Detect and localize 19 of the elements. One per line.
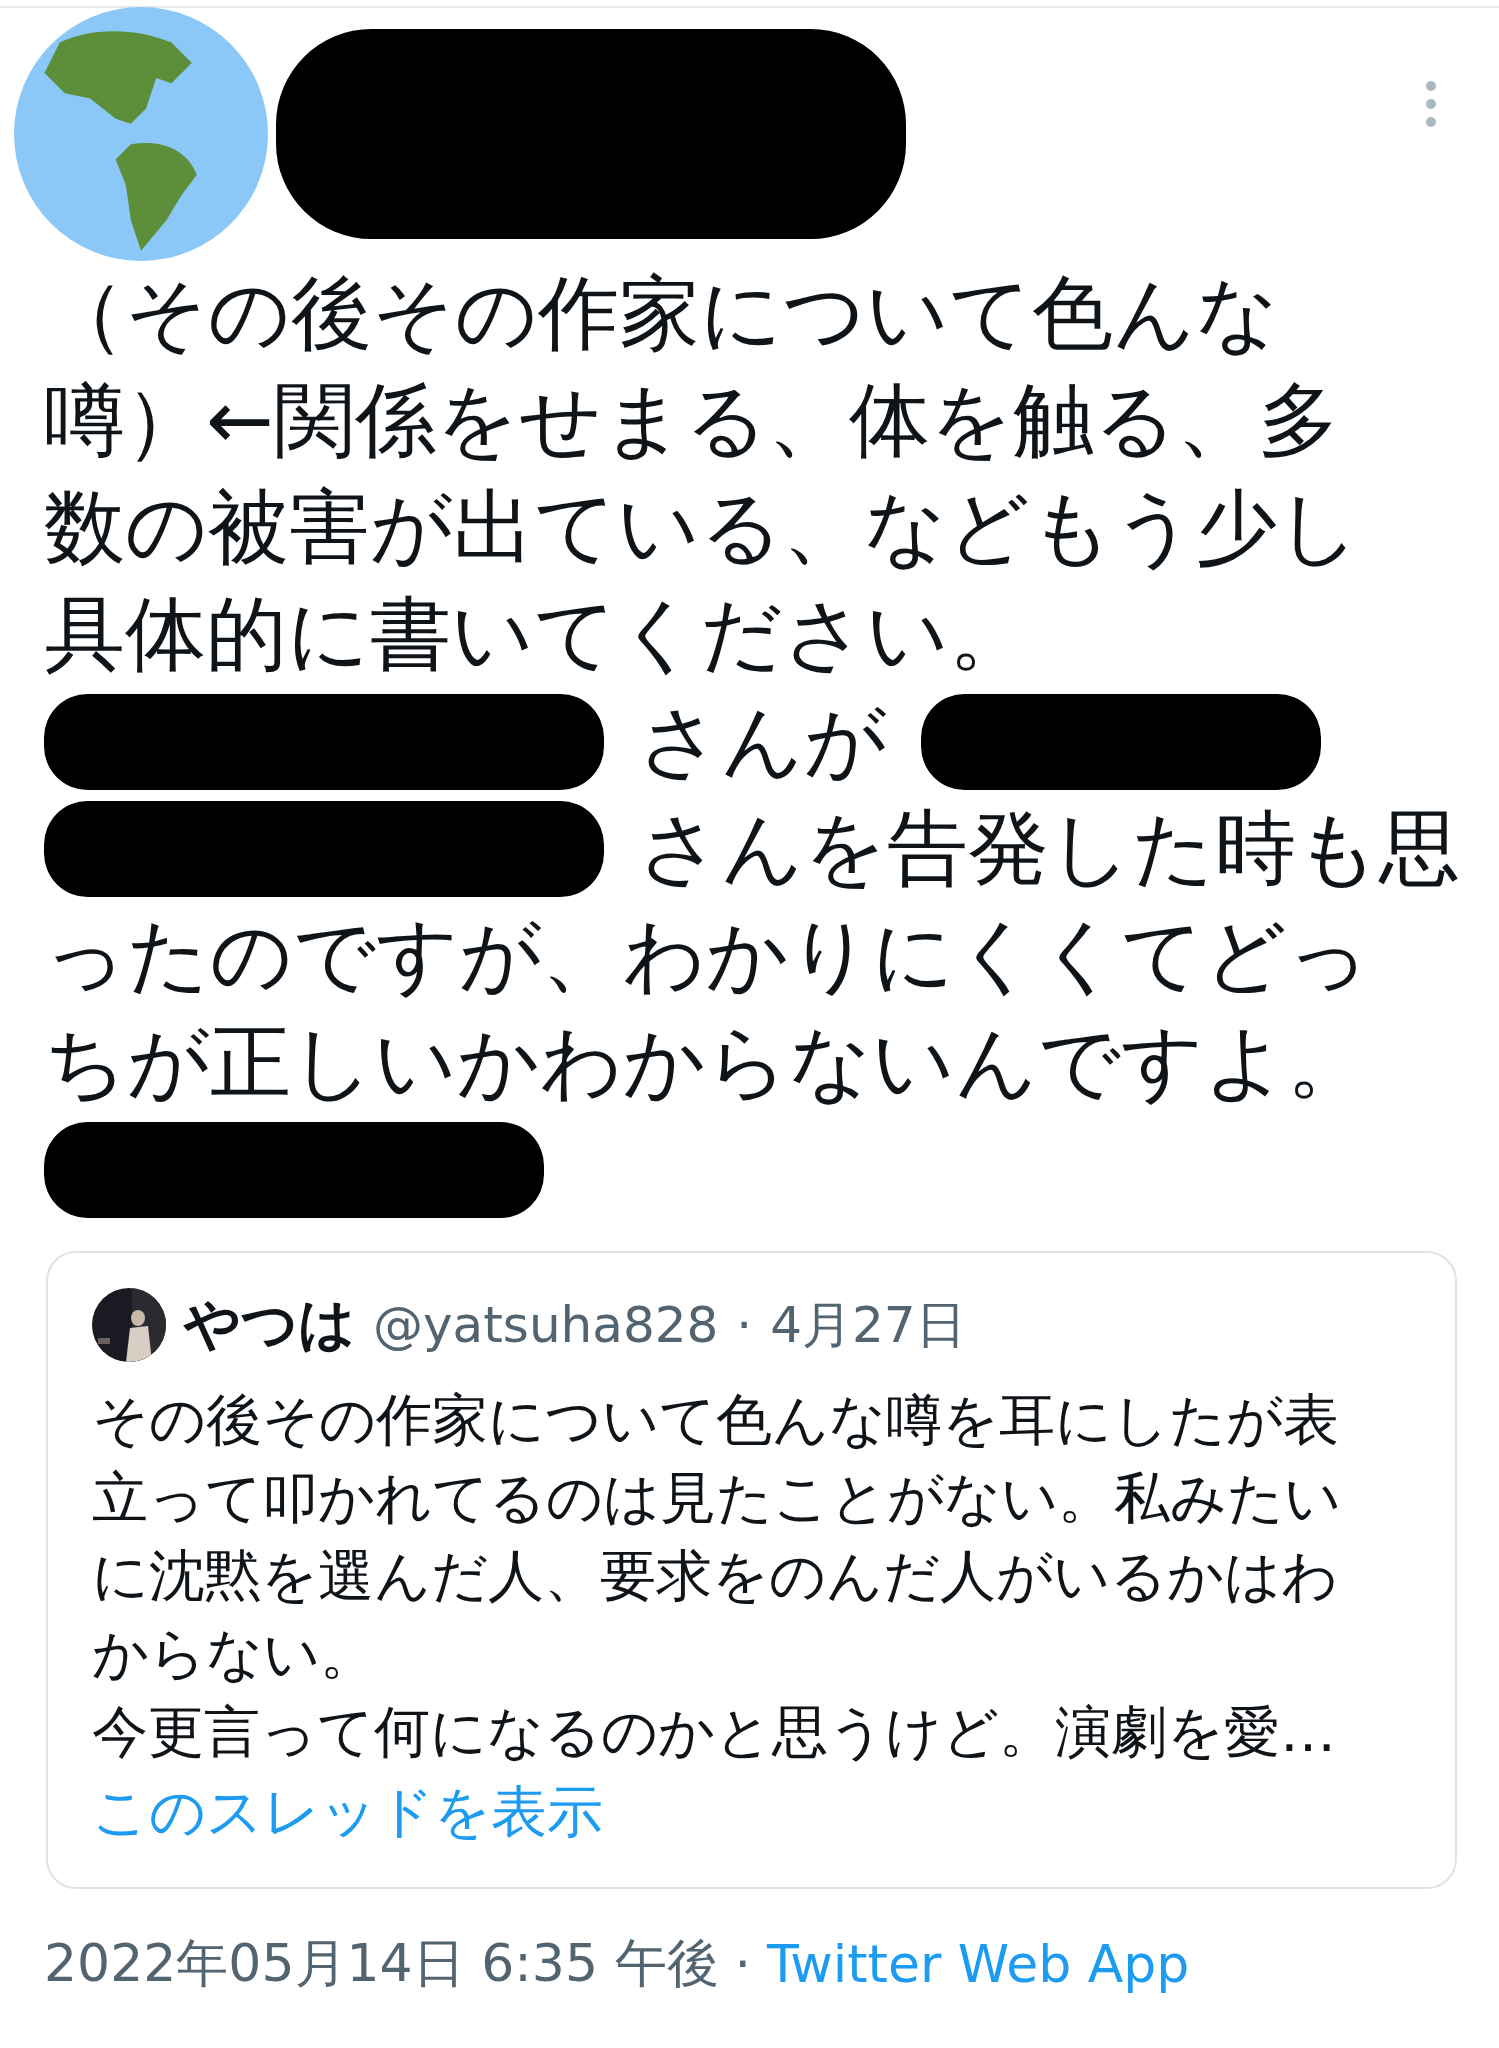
tweet-text: ったのですが、わかりにくくてどっ <box>44 910 1370 1001</box>
globe-avatar[interactable] <box>14 7 268 261</box>
quoted-tweet-card[interactable]: やつは @yatsuha828 · 4月27日 その後その作家について色んな噂を耳にしたが表立って叩かれてるのは見たことがない。私みたいに沈黙を選んだ人、要求をのんだ人がいるかはわからない。 今更言って何になるのかと思うけど。演劇を愛… このスレッドを表示 <box>46 1251 1457 1889</box>
separator-dot: · <box>736 1296 753 1354</box>
tweet-text: 噂）←関係をせまる、体を触る、多 <box>44 375 1339 466</box>
tweet-text: ちが正しいかわからないんですよ。 <box>44 1017 1368 1108</box>
tweet-text: 具体的に書いてください。 <box>44 589 1030 680</box>
tweet-text: 数の被害が出ている、などもう少し <box>44 482 1360 573</box>
tweet-text: （その後その作家について色んな <box>44 268 1279 359</box>
quoted-text: 今更言って何になるのかと思うけど。演劇を愛… <box>92 1698 1337 1766</box>
author-handle[interactable]: @yatsuha828 <box>373 1296 719 1354</box>
author-name[interactable]: やつは <box>184 1287 355 1363</box>
tweet-text: さんが <box>638 696 887 787</box>
more-menu-icon[interactable] <box>1425 80 1437 128</box>
quoted-text: その後その作家について色んな噂を耳にしたが表立って叩かれてるのは見たことがない。私みたいに沈黙を選んだ人、要求をのんだ人がいるかはわからない。 <box>92 1386 1342 1688</box>
separator-dot: · <box>734 1934 752 1994</box>
post-date[interactable]: 4月27日 <box>770 1291 966 1359</box>
tweet-text: さんを告発した時も思 <box>638 803 1460 894</box>
timestamp[interactable]: 2022年05月14日 6:35 午後 <box>44 1929 719 1999</box>
